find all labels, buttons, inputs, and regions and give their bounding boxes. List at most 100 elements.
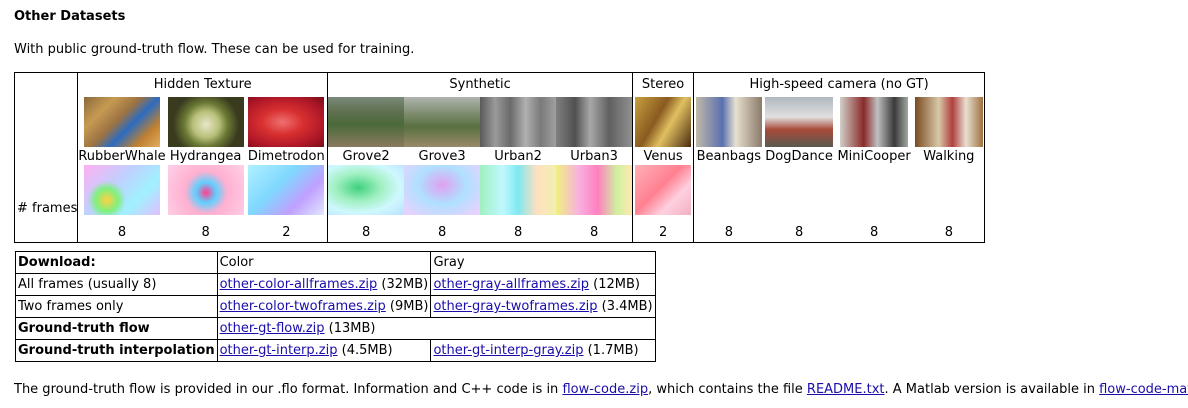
urban3-flow-thumbnail (556, 165, 632, 215)
frames-walking: 8 (913, 216, 986, 243)
table-row: Ground-truth flow other-gt-flow.zip (13M… (15, 317, 656, 340)
group-header-synthetic: Synthetic (327, 72, 634, 96)
flow-link-venus[interactable] (634, 165, 693, 215)
flow-link-rubberwhale[interactable] (79, 165, 166, 215)
dataset-name-urban3: Urban3 (556, 148, 634, 164)
color-cell-twoframes: other-color-twoframes.zip (9MB) (216, 295, 432, 318)
thumb-link-rubberwhale[interactable] (79, 97, 166, 147)
download-table: Download: Color Gray All frames (usually… (15, 251, 656, 362)
link-readme[interactable]: README.txt (807, 382, 885, 397)
link-gray-allframes[interactable]: other-gray-allframes.zip (433, 277, 589, 292)
cell-gt-flow: other-gt-flow.zip (13MB) (216, 317, 656, 340)
row-label-gt-interp: Ground-truth interpolation (15, 339, 218, 362)
flow-link-urban3[interactable] (556, 165, 632, 215)
walking-scene-thumbnail (914, 97, 983, 147)
footer-text-1: The ground-truth flow is provided in our… (14, 382, 563, 397)
dataset-name-dimetrodon: Dimetrodon (245, 148, 329, 164)
dataset-name-hydrangea: Hydrangea (169, 148, 242, 164)
link-gt-interp[interactable]: other-gt-interp.zip (220, 343, 338, 358)
group-header-high-speed: High-speed camera (no GT) (693, 72, 986, 96)
frames-label: # frames (17, 201, 78, 216)
download-header-label: Download: (15, 251, 218, 274)
dimetrodon-flow-thumbnail (248, 165, 325, 215)
hydrangea-flow-thumbnail (167, 165, 244, 215)
thumb-link-dogdance[interactable] (764, 97, 835, 147)
beanbags-scene-thumbnail (695, 97, 762, 147)
table-row: Two frames only other-color-twoframes.zi… (15, 295, 656, 318)
flow-link-grove2[interactable] (328, 165, 405, 215)
flow-link-hydrangea[interactable] (166, 165, 246, 215)
urban2-flow-thumbnail (480, 165, 557, 215)
thumb-link-dimetrodon[interactable] (246, 97, 327, 147)
size-gray-twoframes: (3.4MB) (597, 299, 653, 314)
group-header-stereo: Stereo (632, 72, 695, 96)
table-row: Ground-truth interpolation other-gt-inte… (15, 339, 656, 362)
link-gray-twoframes[interactable]: other-gray-twoframes.zip (433, 299, 597, 314)
frames-dimetrodon: 2 (245, 216, 329, 243)
thumb-link-urban3[interactable] (556, 97, 632, 147)
grove2-flow-thumbnail (328, 165, 405, 215)
link-flow-code-matlab[interactable]: flow-code-matlab.zip (1099, 382, 1188, 397)
dataset-name-grove3: Grove3 (418, 148, 466, 164)
dimetrodon-scene-thumbnail (248, 97, 325, 147)
download-header-gray: Gray (430, 251, 656, 274)
row-label-twoframes: Two frames only (15, 295, 218, 318)
thumb-link-venus[interactable] (634, 97, 693, 147)
frames-label-cell: # frames (13, 72, 79, 216)
thumb-link-grove2[interactable] (328, 97, 405, 147)
urban2-scene-thumbnail (480, 97, 557, 147)
thumb-link-urban2[interactable] (480, 97, 557, 147)
dataset-name-walking: Walking (913, 148, 986, 164)
grove2-scene-thumbnail (328, 97, 405, 147)
group-header-hidden-texture: Hidden Texture (77, 72, 329, 96)
frames-dogdance: 8 (763, 216, 835, 243)
grove3-scene-thumbnail (404, 97, 481, 147)
dataset-name-urban2: Urban2 (494, 148, 542, 164)
dataset-name-rubberwhale: RubberWhale (77, 148, 166, 164)
gray-cell-allframes: other-gray-allframes.zip (12MB) (430, 273, 656, 296)
link-gt-flow[interactable]: other-gt-flow.zip (220, 321, 325, 336)
section-heading: Other Datasets (14, 9, 126, 24)
venus-flow-thumbnail (635, 165, 692, 215)
dogdance-scene-thumbnail (765, 97, 834, 147)
frames-rubberwhale: 8 (77, 216, 166, 243)
grove3-flow-thumbnail (404, 165, 481, 215)
flow-link-urban2[interactable] (480, 165, 557, 215)
size-color-allframes: (32MB) (377, 277, 429, 292)
rubberwhale-scene-thumbnail (83, 97, 160, 147)
thumb-link-walking[interactable] (914, 97, 984, 147)
footer-note: The ground-truth flow is provided in our… (14, 382, 1188, 397)
dataset-name-beanbags: Beanbags (693, 148, 764, 164)
table-row: All frames (usually 8) other-color-allfr… (15, 273, 656, 296)
thumb-link-beanbags[interactable] (695, 97, 764, 147)
rubberwhale-flow-thumbnail (83, 165, 160, 215)
dataset-name-minicooper: MiniCooper (837, 148, 911, 164)
size-gray-allframes: (12MB) (589, 277, 640, 292)
section-intro: With public ground-truth flow. These can… (14, 42, 415, 57)
size-color-twoframes: (9MB) (385, 299, 429, 314)
venus-scene-thumbnail (635, 97, 692, 147)
gray-cell-twoframes: other-gray-twoframes.zip (3.4MB) (430, 295, 656, 318)
size-gt-interp-gray: (1.7MB) (583, 343, 639, 358)
footer-text-2: , which contains the file (648, 382, 807, 397)
size-gt-interp: (4.5MB) (337, 343, 393, 358)
thumb-link-minicooper[interactable] (835, 97, 914, 147)
thumb-link-hydrangea[interactable] (166, 97, 246, 147)
row-label-allframes: All frames (usually 8) (15, 273, 218, 296)
frames-beanbags: 8 (693, 216, 764, 243)
link-color-allframes[interactable]: other-color-allframes.zip (220, 277, 378, 292)
link-color-twoframes[interactable]: other-color-twoframes.zip (220, 299, 386, 314)
gray-cell-gt-interp: other-gt-interp-gray.zip (1.7MB) (430, 339, 656, 362)
footer-text-3: . A Matlab version is available in (884, 382, 1100, 397)
thumb-link-grove3[interactable] (404, 97, 481, 147)
frames-urban3: 8 (556, 216, 634, 243)
flow-link-dimetrodon[interactable] (246, 165, 327, 215)
datasets-table: # frames Hidden Texture Synthetic Stereo… (13, 72, 986, 243)
flow-link-grove3[interactable] (404, 165, 481, 215)
hydrangea-scene-thumbnail (167, 97, 244, 147)
link-gt-interp-gray[interactable]: other-gt-interp-gray.zip (433, 343, 583, 358)
frames-hydrangea: 8 (165, 216, 246, 243)
link-flow-code[interactable]: flow-code.zip (562, 382, 648, 397)
frames-urban2: 8 (480, 216, 557, 243)
urban3-scene-thumbnail (556, 97, 632, 147)
